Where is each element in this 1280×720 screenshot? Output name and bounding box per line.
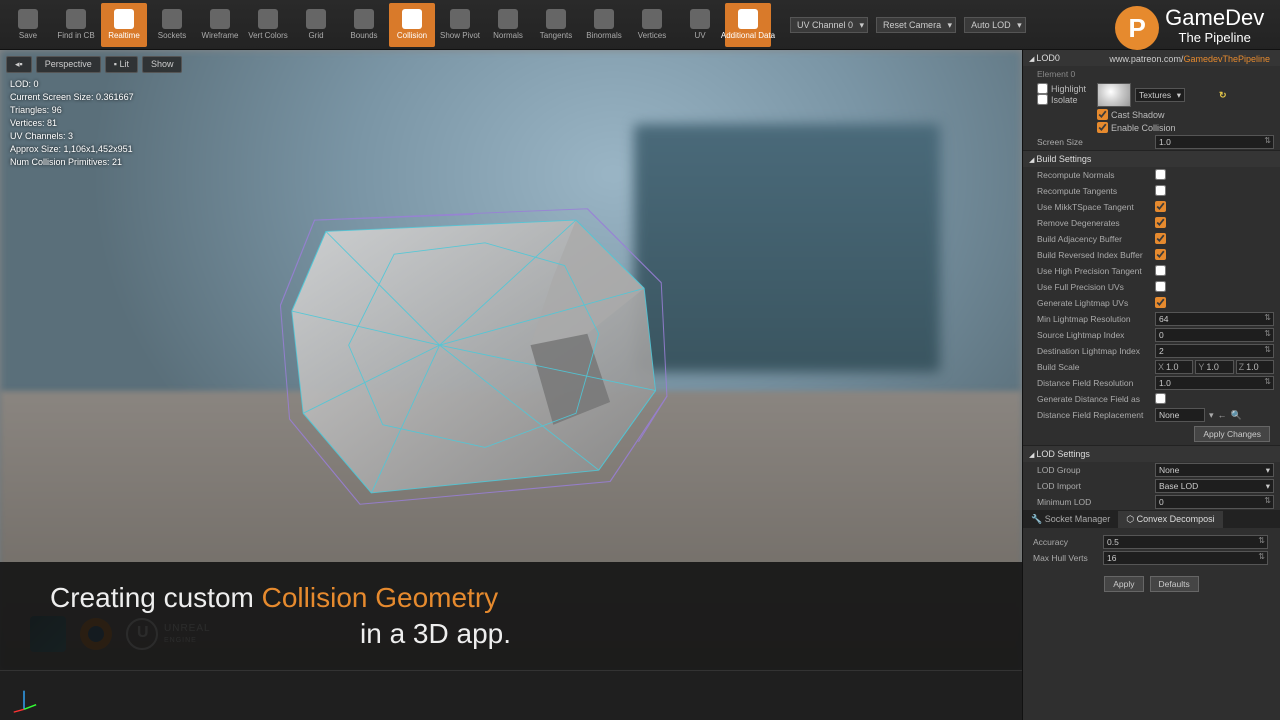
realtime-icon	[114, 9, 134, 29]
highlight-checkbox[interactable]	[1037, 83, 1048, 94]
build-cb-5[interactable]	[1155, 249, 1166, 260]
collision-icon	[402, 9, 422, 29]
toolbar-wireframe[interactable]: Wireframe	[197, 3, 243, 47]
section-lod-settings[interactable]: LOD Settings	[1023, 446, 1280, 462]
find-icon	[66, 9, 86, 29]
save-icon	[18, 9, 38, 29]
asset-btn-2[interactable]: 🔍	[1231, 410, 1242, 421]
toolbar-uv[interactable]: UV	[677, 3, 723, 47]
build-scale-z[interactable]: Z1.0	[1236, 360, 1274, 374]
toolbar-find[interactable]: Find in CB	[53, 3, 99, 47]
patreon-icon: P	[1115, 6, 1159, 50]
toolbar-realtime[interactable]: Realtime	[101, 3, 147, 47]
lit-button[interactable]: ▪ Lit	[105, 56, 138, 73]
toolbar-auto-lod[interactable]: Auto LOD	[964, 17, 1026, 33]
bounds-icon	[354, 9, 374, 29]
build-cb-6[interactable]	[1155, 265, 1166, 276]
build-asset-15[interactable]: None	[1155, 408, 1205, 422]
accuracy-input[interactable]: 0.5	[1103, 535, 1268, 549]
toolbar-reset-camera[interactable]: Reset Camera	[876, 17, 956, 33]
tab-convex-decomp[interactable]: ⬡ Convex Decomposi	[1118, 511, 1222, 528]
build-cb-3[interactable]	[1155, 217, 1166, 228]
build-scale-y[interactable]: Y1.0	[1195, 360, 1233, 374]
toolbar-grid[interactable]: Grid	[293, 3, 339, 47]
build-cb-1[interactable]	[1155, 185, 1166, 196]
wireframe-icon	[210, 9, 230, 29]
material-thumbnail[interactable]	[1097, 83, 1131, 107]
tangents-icon	[546, 9, 566, 29]
build-cb-7[interactable]	[1155, 281, 1166, 292]
additional-icon	[738, 9, 758, 29]
max-hull-input[interactable]: 16	[1103, 551, 1268, 565]
screen-size-input[interactable]: 1.0	[1155, 135, 1274, 149]
asset-btn-1[interactable]: ←	[1218, 410, 1227, 420]
build-cb-8[interactable]	[1155, 297, 1166, 308]
apply-button[interactable]: Apply	[1104, 576, 1143, 592]
toolbar-vertices[interactable]: Vertices	[629, 3, 675, 47]
build-num-10[interactable]: 0	[1155, 328, 1274, 342]
toolbar-additional[interactable]: Additional Data	[725, 3, 771, 47]
build-cb-2[interactable]	[1155, 201, 1166, 212]
build-num-11[interactable]: 2	[1155, 344, 1274, 358]
toolbar-normals[interactable]: Normals	[485, 3, 531, 47]
build-num-9[interactable]: 64	[1155, 312, 1274, 326]
vertcolors-icon	[258, 9, 278, 29]
defaults-button[interactable]: Defaults	[1150, 576, 1199, 592]
toolbar-bounds[interactable]: Bounds	[341, 3, 387, 47]
lod-import-select[interactable]: Base LOD	[1155, 479, 1274, 493]
toolbar: SaveFind in CBRealtimeSocketsWireframeVe…	[0, 0, 1280, 50]
bottom-strip	[0, 670, 1022, 720]
isolate-checkbox[interactable]	[1037, 94, 1048, 105]
toolbar-uv-channel[interactable]: UV Channel 0	[790, 17, 868, 33]
toolbar-collision[interactable]: Collision	[389, 3, 435, 47]
normals-icon	[498, 9, 518, 29]
toolbar-save[interactable]: Save	[5, 3, 51, 47]
section-build-settings[interactable]: Build Settings	[1023, 151, 1280, 167]
eye-toggle[interactable]: ◂▪	[6, 56, 32, 73]
perspective-button[interactable]: Perspective	[36, 56, 101, 73]
textures-dropdown[interactable]: Textures	[1135, 88, 1185, 102]
details-panel: LOD0 Element 0 Highlight Isolate Texture…	[1022, 50, 1280, 720]
min-lod-input[interactable]: 0	[1155, 495, 1274, 509]
vertices-icon	[642, 9, 662, 29]
grid-icon	[306, 9, 326, 29]
build-num-13[interactable]: 1.0	[1155, 376, 1274, 390]
binormals-icon	[594, 9, 614, 29]
tab-socket-manager[interactable]: 🔧 Socket Manager	[1023, 511, 1118, 528]
asset-btn-0[interactable]: ▾	[1209, 410, 1214, 421]
title-banner: Creating custom Collision Geometry in a …	[0, 562, 1022, 670]
enable-collision-checkbox[interactable]	[1097, 122, 1108, 133]
show-button[interactable]: Show	[142, 56, 183, 73]
toolbar-binormals[interactable]: Binormals	[581, 3, 627, 47]
build-cb-14[interactable]	[1155, 393, 1166, 404]
build-cb-0[interactable]	[1155, 169, 1166, 180]
toolbar-showpivot[interactable]: Show Pivot	[437, 3, 483, 47]
toolbar-sockets[interactable]: Sockets	[149, 3, 195, 47]
apply-changes-button[interactable]: Apply Changes	[1194, 426, 1270, 442]
build-cb-4[interactable]	[1155, 233, 1166, 244]
toolbar-vertcolors[interactable]: Vert Colors	[245, 3, 291, 47]
uv-icon	[690, 9, 710, 29]
showpivot-icon	[450, 9, 470, 29]
mesh-preview	[204, 186, 766, 527]
lod-group-select[interactable]: None	[1155, 463, 1274, 477]
toolbar-tangents[interactable]: Tangents	[533, 3, 579, 47]
viewport-stats: LOD: 0 Current Screen Size: 0.361667 Tri…	[10, 78, 134, 169]
cast-shadow-checkbox[interactable]	[1097, 109, 1108, 120]
refresh-icon[interactable]: ↻	[1219, 90, 1227, 101]
axis-gizmo	[10, 686, 38, 714]
sockets-icon	[162, 9, 182, 29]
build-scale-x[interactable]: X1.0	[1155, 360, 1193, 374]
brand-overlay: P GameDevThe Pipeline www.patreon.com/Ga…	[1109, 6, 1270, 64]
